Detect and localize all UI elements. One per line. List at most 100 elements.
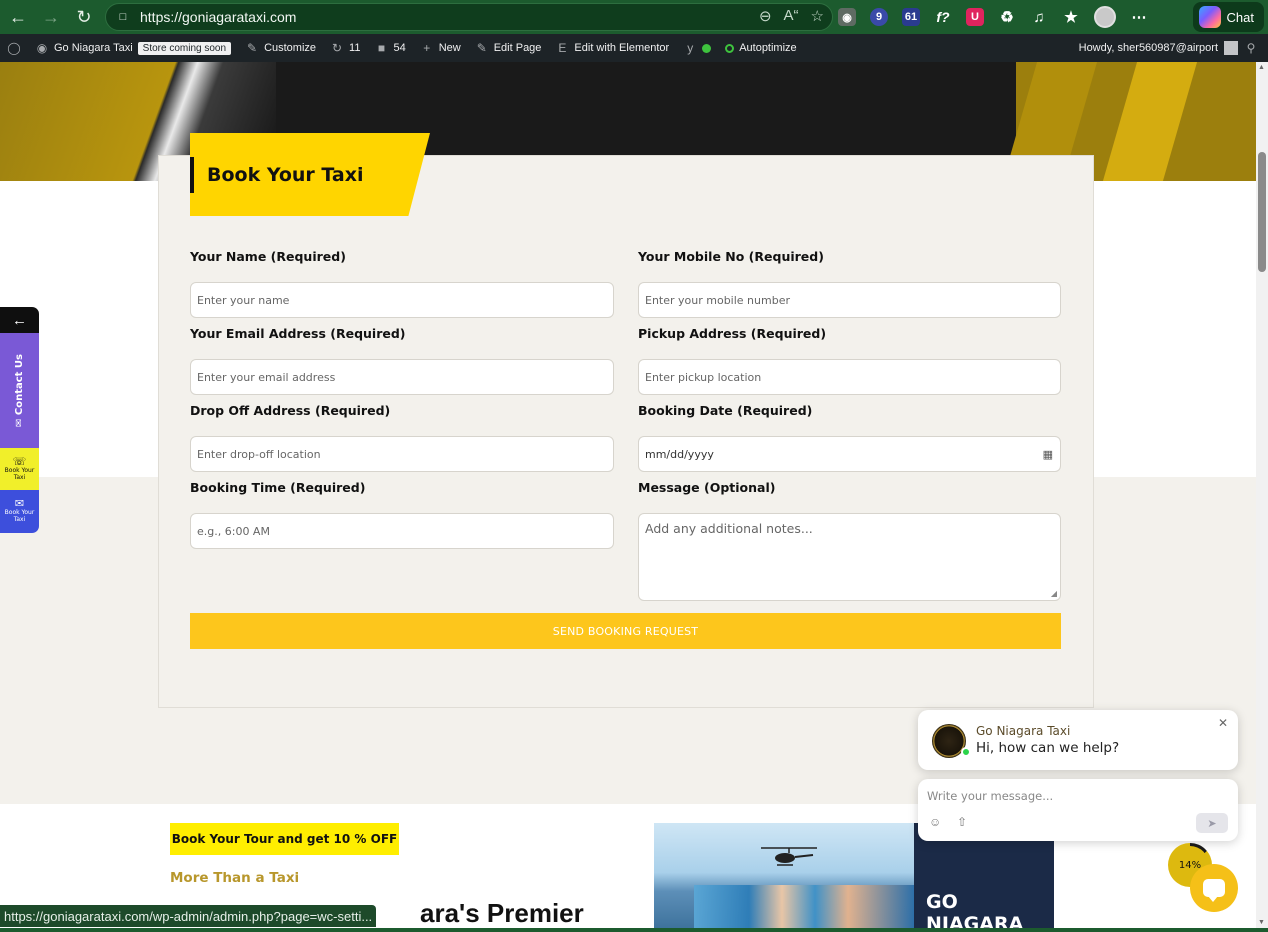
scroll-up-arrow-icon[interactable]: ▲ (1258, 64, 1265, 71)
email-book-button[interactable]: ✉ Book Your Taxi (0, 490, 39, 533)
dashboard-icon: ◉ (36, 41, 48, 55)
wordpress-icon: ◯ (7, 41, 21, 55)
date-placeholder: mm/dd/yyyy (645, 447, 714, 461)
extension-badge-icon[interactable]: 9 (870, 8, 888, 26)
tour-brand-text: GO NIAGARA TOUR (926, 891, 1024, 928)
side-widget-toggle[interactable]: ← (0, 307, 39, 333)
more-menu-icon[interactable]: ⋯ (1130, 8, 1148, 26)
reload-button[interactable]: ↻ (69, 2, 99, 32)
chat-message-input[interactable]: Write your message... (927, 789, 1053, 803)
pickup-input[interactable]: Enter pickup location (638, 359, 1061, 395)
plus-icon: + (423, 41, 431, 55)
chat-greeting-popup[interactable]: Go Niagara Taxi Hi, how can we help? ✕ (918, 710, 1238, 770)
comments-count: 54 (393, 42, 406, 54)
time-placeholder: e.g., 6:00 AM (197, 524, 270, 538)
close-icon[interactable]: ✕ (1218, 716, 1228, 730)
comment-icon: ■ (377, 41, 386, 55)
new-content-menu[interactable]: + New (413, 34, 468, 62)
name-label: Your Name (Required) (190, 249, 346, 264)
edit-page-label: Edit Page (493, 42, 542, 54)
dropoff-input[interactable]: Enter drop-off location (190, 436, 614, 472)
wp-logo-menu[interactable]: ◯ (0, 34, 28, 62)
chat-launcher-button[interactable] (1190, 864, 1238, 912)
email-placeholder: Enter your email address (197, 370, 336, 384)
seo-status-dot (702, 43, 712, 53)
title-accent-bar (190, 156, 194, 193)
online-status-dot (961, 747, 971, 757)
yoast-icon: y (687, 41, 694, 55)
customize-link[interactable]: ✎ Customize (238, 34, 323, 62)
store-status-badge: Store coming soon (137, 41, 232, 55)
comments-link[interactable]: ■ 54 (367, 34, 412, 62)
user-avatar[interactable] (1224, 41, 1238, 55)
formula-extension-icon[interactable]: f? (934, 8, 952, 26)
search-icon[interactable]: ⚲ (1244, 41, 1258, 55)
email-label: Your Email Address (Required) (190, 326, 406, 341)
seo-menu[interactable]: y (676, 34, 718, 62)
chat-button-label: Chat (1226, 9, 1254, 25)
page-scrollbar[interactable]: ▲ ▼ (1256, 62, 1268, 928)
section-subtitle: More Than a Taxi (170, 870, 300, 886)
forward-button[interactable]: → (36, 2, 66, 32)
copilot-chat-button[interactable]: Chat (1192, 2, 1264, 32)
section-heading: ara's Premier (420, 898, 584, 928)
mobile-input[interactable]: Enter your mobile number (638, 282, 1061, 318)
mobile-placeholder: Enter your mobile number (645, 293, 790, 307)
tour-group-image (694, 885, 914, 928)
emoji-icon[interactable]: ☺ (929, 815, 941, 829)
favorites-icon[interactable]: ★ (1062, 8, 1080, 26)
shield-extension-icon[interactable]: U (966, 8, 984, 26)
whatsapp-book-button[interactable]: ☏ Book Your Taxi (0, 448, 39, 490)
lock-icon: □ (119, 11, 127, 23)
customize-label: Customize (264, 42, 317, 54)
send-icon: ➤ (1207, 817, 1217, 830)
upload-icon[interactable]: ⇧ (957, 815, 967, 829)
calendar-icon[interactable]: ▦ (1043, 448, 1053, 461)
resize-grip-icon[interactable]: ◢ (1051, 589, 1057, 598)
site-name: Go Niagara Taxi (54, 42, 133, 54)
left-arrow-icon: ← (12, 311, 27, 329)
whatsapp-book-label: Book Your Taxi (4, 466, 35, 481)
howdy-user[interactable]: Howdy, sher560987@airport (1079, 42, 1218, 54)
scrollbar-thumb[interactable] (1258, 152, 1266, 272)
school-extension-icon[interactable]: 61 (902, 8, 920, 26)
edit-page-link[interactable]: ✎ Edit Page (468, 34, 549, 62)
read-aloud-icon[interactable]: A“ (784, 7, 799, 25)
message-label: Message (Optional) (638, 480, 776, 495)
autoptimize-status-icon (725, 43, 735, 53)
message-textarea[interactable]: Add any additional notes... ◢ (638, 513, 1061, 601)
screenshot-extension-icon[interactable]: ◉ (838, 8, 856, 26)
time-label: Booking Time (Required) (190, 480, 366, 495)
autoptimize-menu[interactable]: Autoptimize (718, 34, 803, 62)
forward-arrow-icon: → (42, 6, 60, 27)
date-input[interactable]: mm/dd/yyyy ▦ (638, 436, 1061, 472)
address-bar-tools: ⊖ A“ ☆ (759, 7, 824, 25)
send-message-button[interactable]: ➤ (1196, 813, 1228, 833)
send-booking-button[interactable]: SEND BOOKING REQUEST (190, 613, 1061, 649)
contact-us-tab[interactable]: ✉ Contact Us (0, 333, 39, 448)
email-book-label: Book Your Taxi (4, 509, 35, 523)
media-icon[interactable]: ♫ (1030, 8, 1048, 26)
email-icon: ✉ (14, 497, 25, 510)
profile-avatar[interactable] (1094, 6, 1116, 28)
puzzle-extensions-icon[interactable]: ♻ (998, 8, 1016, 26)
name-input[interactable]: Enter your name (190, 282, 614, 318)
tour-promo-button[interactable]: Book Your Tour and get 10 % OFF (170, 823, 399, 855)
back-arrow-icon: ← (9, 6, 27, 27)
reload-icon: ↻ (76, 6, 92, 27)
browser-toolbar: ← → ↻ □ https://goniagarataxi.com ⊖ A“ ☆… (0, 0, 1268, 34)
scroll-down-arrow-icon[interactable]: ▼ (1258, 919, 1265, 926)
email-input[interactable]: Enter your email address (190, 359, 614, 395)
autoptimize-label: Autoptimize (739, 42, 797, 54)
site-name-menu[interactable]: ◉ Go Niagara Taxi Store coming soon (28, 34, 238, 62)
back-button[interactable]: ← (3, 2, 33, 32)
url-text: https://goniagarataxi.com (140, 9, 297, 25)
address-bar[interactable]: □ https://goniagarataxi.com ⊖ A“ ☆ (105, 3, 833, 31)
updates-link[interactable]: ↻ 11 (323, 34, 367, 62)
chat-business-name: Go Niagara Taxi (976, 724, 1071, 738)
edit-elementor-link[interactable]: E Edit with Elementor (548, 34, 676, 62)
time-input[interactable]: e.g., 6:00 AM (190, 513, 614, 549)
pickup-placeholder: Enter pickup location (645, 370, 762, 384)
zoom-icon[interactable]: ⊖ (759, 7, 772, 25)
favorite-star-icon[interactable]: ☆ (811, 7, 824, 25)
